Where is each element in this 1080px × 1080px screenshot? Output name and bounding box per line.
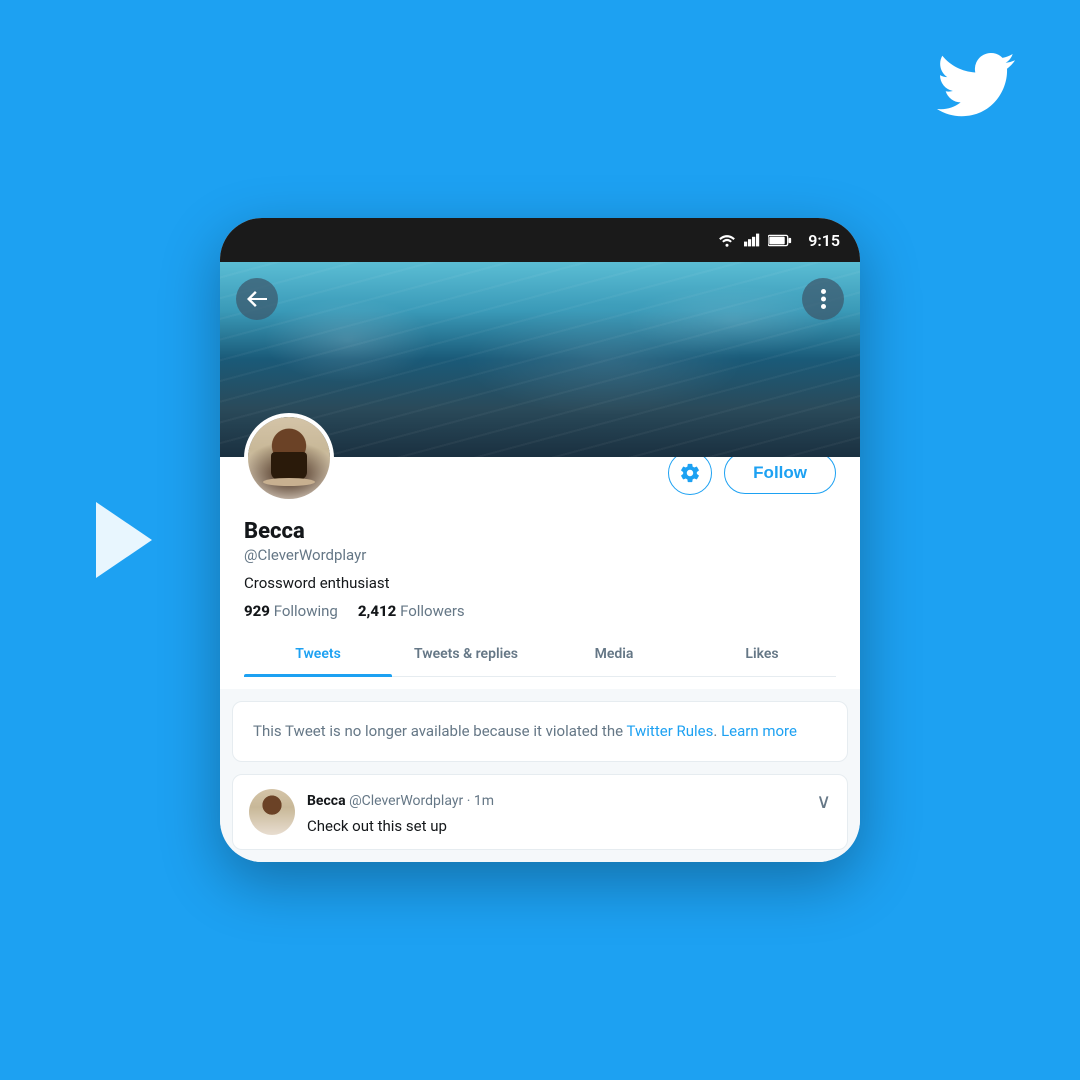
- tweets-content: This Tweet is no longer available becaus…: [220, 689, 860, 862]
- play-arrow-icon: [96, 502, 152, 578]
- notice-text-before: This Tweet is no longer available becaus…: [253, 722, 626, 740]
- profile-tabs: Tweets Tweets & replies Media Likes: [244, 632, 836, 677]
- following-stat: 929 Following: [244, 602, 338, 620]
- tweet-avatar-image: [249, 789, 295, 835]
- wifi-icon: [718, 233, 736, 247]
- profile-action-buttons: Follow: [668, 451, 836, 503]
- tweet-avatar: [249, 789, 295, 835]
- twitter-rules-link[interactable]: Twitter Rules: [626, 722, 713, 740]
- signal-icon: [744, 233, 760, 247]
- tweet-author-name: Becca: [307, 793, 346, 809]
- battery-icon: [768, 234, 792, 247]
- tab-tweets[interactable]: Tweets: [244, 632, 392, 676]
- tweet-author-handle: @CleverWordplayr: [349, 793, 463, 809]
- tweet-meta: Becca @CleverWordplayr · 1m: [307, 793, 494, 809]
- status-time: 9:15: [808, 231, 840, 250]
- learn-more-link[interactable]: Learn more: [721, 722, 797, 740]
- display-name: Becca: [244, 519, 836, 544]
- cover-buttons: [236, 278, 844, 320]
- followers-stat: 2,412 Followers: [358, 602, 465, 620]
- follow-button[interactable]: Follow: [724, 452, 836, 494]
- avatar: [244, 413, 334, 503]
- tab-likes[interactable]: Likes: [688, 632, 836, 676]
- tab-media[interactable]: Media: [540, 632, 688, 676]
- tweet-expand-icon[interactable]: ∨: [816, 789, 831, 813]
- stats-row: 929 Following 2,412 Followers: [244, 602, 836, 620]
- status-bar: 9:15: [220, 218, 860, 262]
- avatar-image: [248, 417, 330, 499]
- status-icons: [718, 233, 792, 247]
- back-button[interactable]: [236, 278, 278, 320]
- avatar-cup-graphic: [259, 431, 319, 486]
- notice-text-mid: .: [713, 722, 721, 740]
- following-count: 929: [244, 602, 270, 620]
- tab-tweets-replies[interactable]: Tweets & replies: [392, 632, 540, 676]
- tweet-item: Becca @CleverWordplayr · 1m ∨ Check out …: [232, 774, 848, 850]
- tweet-header: Becca @CleverWordplayr · 1m ∨: [307, 789, 831, 813]
- twitter-logo: [936, 52, 1016, 117]
- following-label: Following: [274, 602, 338, 620]
- bio: Crossword enthusiast: [244, 574, 836, 592]
- followers-count: 2,412: [358, 602, 396, 620]
- tweet-content: Becca @CleverWordplayr · 1m ∨ Check out …: [307, 789, 831, 835]
- followers-label: Followers: [400, 602, 465, 620]
- settings-button[interactable]: [668, 451, 712, 495]
- notice-card: This Tweet is no longer available becaus…: [232, 701, 848, 762]
- phone-mockup: 9:15: [220, 218, 860, 862]
- tweet-body: Check out this set up: [307, 817, 831, 835]
- tweet-time: · 1m: [467, 793, 494, 809]
- username: @CleverWordplayr: [244, 546, 836, 564]
- more-options-button[interactable]: [802, 278, 844, 320]
